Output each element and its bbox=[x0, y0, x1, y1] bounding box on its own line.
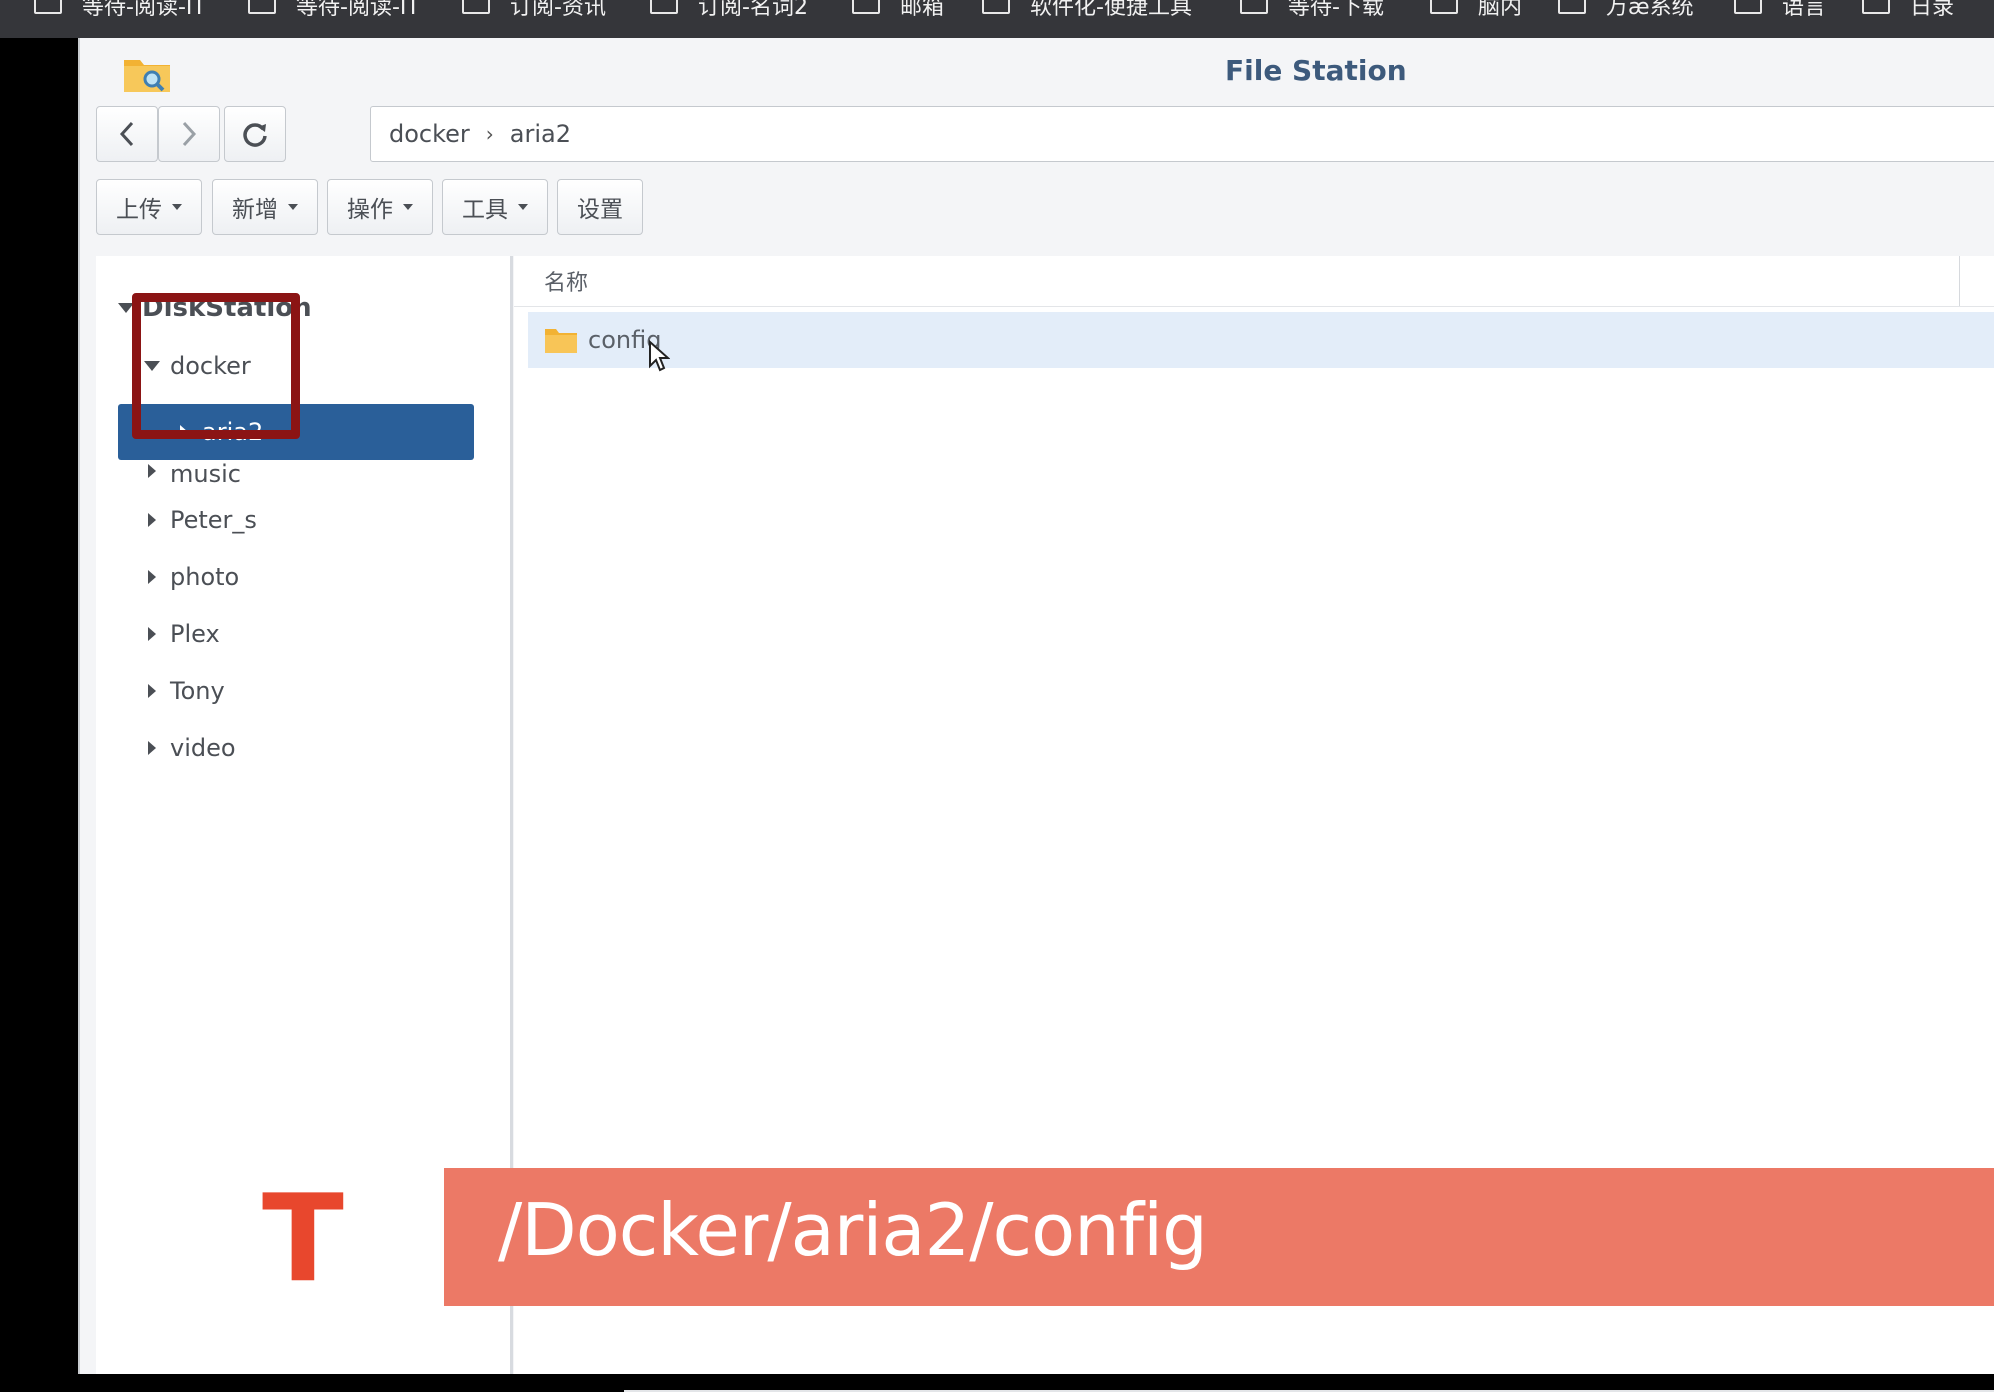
folder-icon bbox=[1430, 0, 1458, 14]
action-label: 操作 bbox=[347, 197, 393, 223]
caret-down-icon bbox=[172, 204, 182, 210]
folder-icon bbox=[34, 0, 62, 14]
bookmark-label: 等待-下载 bbox=[1288, 0, 1384, 20]
caret-down-icon bbox=[288, 204, 298, 210]
bookmark-label: 语言 bbox=[1782, 0, 1827, 20]
folder-icon bbox=[462, 0, 490, 14]
bookmark-folder[interactable]: 语言 bbox=[1734, 0, 1826, 21]
expand-right-icon bbox=[148, 741, 156, 755]
bookmark-folder[interactable]: 等待-阅读-IT bbox=[248, 0, 420, 21]
tree-item-label: Plex bbox=[170, 620, 220, 648]
column-header: 名称 大小 bbox=[514, 256, 1994, 307]
tools-button[interactable]: 工具 bbox=[442, 179, 548, 235]
tree-item-video[interactable]: video bbox=[148, 720, 236, 776]
bookmark-label: 万æ系统 bbox=[1606, 0, 1694, 20]
folder-icon bbox=[1862, 0, 1890, 14]
tree-item-photo[interactable]: photo bbox=[148, 549, 239, 605]
tree-item-label: video bbox=[170, 734, 236, 762]
folder-icon bbox=[1558, 0, 1586, 14]
caption-text: /Docker/aria2/config bbox=[498, 1188, 1208, 1272]
caret-down-icon bbox=[518, 204, 528, 210]
bookmark-label: 订阅-资讯 bbox=[510, 0, 606, 20]
column-name-header[interactable]: 名称 bbox=[544, 265, 588, 297]
expand-right-icon bbox=[148, 464, 156, 478]
column-divider[interactable] bbox=[1959, 256, 1960, 306]
folder-icon bbox=[1240, 0, 1268, 14]
tools-label: 工具 bbox=[462, 197, 508, 223]
bookmark-label: 订阅-名词2 bbox=[698, 0, 808, 20]
bookmark-folder[interactable]: 万æ系统 bbox=[1558, 0, 1694, 21]
bookmark-label: 邮箱 bbox=[900, 0, 945, 20]
caret-down-icon bbox=[403, 204, 413, 210]
chevron-right-icon: › bbox=[485, 122, 494, 146]
file-station-app-icon bbox=[124, 60, 170, 92]
folder-icon bbox=[545, 329, 577, 353]
file-row-config[interactable]: config bbox=[528, 312, 1994, 368]
expand-right-icon bbox=[148, 570, 156, 584]
upload-label: 上传 bbox=[116, 197, 162, 223]
path-segment[interactable]: aria2 bbox=[510, 120, 571, 148]
folder-icon bbox=[1734, 0, 1762, 14]
new-label: 新增 bbox=[232, 197, 278, 223]
bookmark-label: 等待-阅读-IT bbox=[82, 0, 206, 20]
upload-button[interactable]: 上传 bbox=[96, 179, 202, 235]
bookmark-folder[interactable]: 订阅-资讯 bbox=[462, 0, 606, 21]
folder-icon bbox=[982, 0, 1010, 14]
background-window-strip bbox=[0, 38, 95, 1374]
tree-item-peter-s[interactable]: Peter_s bbox=[148, 492, 257, 548]
bookmark-label: 软件化-便捷工具 bbox=[1030, 0, 1192, 20]
tree-item-music[interactable]: music bbox=[148, 452, 241, 492]
tree-item-tony[interactable]: Tony bbox=[148, 663, 225, 719]
folder-icon bbox=[650, 0, 678, 14]
tree-item-label: photo bbox=[170, 563, 240, 591]
bookmark-label: 日录 bbox=[1910, 0, 1955, 20]
bookmarks-bar: 等待-阅读-IT 等待-阅读-IT 订阅-资讯 订阅-名词2 邮箱 软件化-便捷… bbox=[0, 0, 1994, 38]
bookmark-folder[interactable]: 邮箱 bbox=[852, 0, 944, 21]
bookmark-folder[interactable]: 订阅-名词2 bbox=[650, 0, 808, 21]
action-button[interactable]: 操作 bbox=[327, 179, 433, 235]
settings-button[interactable]: 设置 bbox=[557, 179, 643, 235]
path-bar[interactable]: docker › aria2 bbox=[370, 106, 1994, 162]
forward-button[interactable] bbox=[158, 106, 220, 162]
annotation-highlight-box bbox=[132, 293, 300, 439]
tree-item-label: music bbox=[170, 460, 241, 488]
bookmark-folder[interactable]: 日录 bbox=[1862, 0, 1954, 21]
window-title: File Station bbox=[1225, 54, 1407, 87]
bookmark-folder[interactable]: 脑内 bbox=[1430, 0, 1522, 21]
path-segment[interactable]: docker bbox=[389, 120, 470, 148]
expand-right-icon bbox=[148, 684, 156, 698]
refresh-icon bbox=[243, 123, 267, 147]
tree-item-plex[interactable]: Plex bbox=[148, 606, 220, 662]
chevron-left-icon bbox=[119, 121, 134, 147]
mouse-pointer-icon bbox=[649, 340, 670, 372]
new-button[interactable]: 新增 bbox=[212, 179, 318, 235]
caption-badge: T bbox=[262, 1170, 344, 1309]
tree-item-label: Peter_s bbox=[170, 506, 257, 534]
bookmark-label: 脑内 bbox=[1478, 0, 1523, 20]
folder-icon bbox=[248, 0, 276, 14]
title-bar[interactable]: File Station bbox=[80, 38, 1994, 106]
expand-right-icon bbox=[148, 513, 156, 527]
settings-label: 设置 bbox=[577, 197, 623, 223]
expand-right-icon bbox=[148, 627, 156, 641]
folder-icon bbox=[852, 0, 880, 14]
back-button[interactable] bbox=[96, 106, 158, 162]
bookmark-folder[interactable]: 等待-阅读-IT bbox=[34, 0, 206, 21]
refresh-button[interactable] bbox=[224, 106, 286, 162]
tree-item-label: Tony bbox=[170, 677, 225, 705]
bookmark-folder[interactable]: 等待-下载 bbox=[1240, 0, 1384, 21]
bookmark-folder[interactable]: 软件化-便捷工具 bbox=[982, 0, 1192, 21]
bookmark-label: 等待-阅读-IT bbox=[296, 0, 420, 20]
chevron-right-icon bbox=[182, 121, 197, 147]
